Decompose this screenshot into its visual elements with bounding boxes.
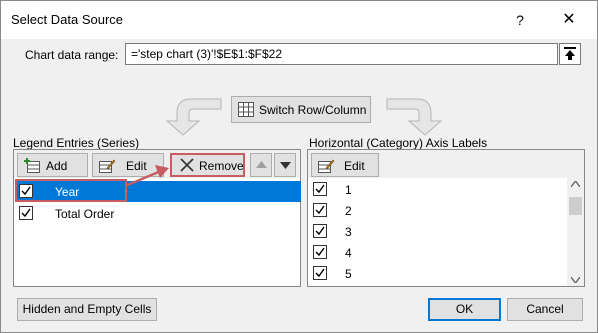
checkbox[interactable] bbox=[313, 266, 327, 280]
cancel-button[interactable]: Cancel bbox=[507, 298, 583, 321]
axis-item[interactable]: 1 bbox=[309, 179, 567, 200]
axis-item-label: 2 bbox=[345, 204, 352, 218]
edit-axis-labels-button[interactable]: Edit bbox=[311, 153, 379, 177]
move-down-button[interactable] bbox=[274, 153, 296, 177]
ok-button[interactable]: OK bbox=[428, 298, 501, 321]
add-icon bbox=[24, 158, 40, 173]
check-icon bbox=[315, 247, 325, 257]
move-up-button[interactable] bbox=[250, 153, 272, 177]
select-data-source-dialog: Select Data Source ? ✕ Chart data range:… bbox=[0, 0, 598, 333]
remove-label: Remove bbox=[199, 159, 244, 173]
axis-labels-panel: Edit 1 2 3 4 5 bbox=[307, 149, 585, 287]
edit-icon bbox=[99, 159, 115, 173]
checkbox[interactable] bbox=[313, 224, 327, 238]
switch-row-column-label: Switch Row/Column bbox=[259, 103, 367, 117]
axis-item-label: 3 bbox=[345, 225, 352, 239]
pointer-arrow-icon bbox=[124, 165, 169, 188]
help-button[interactable]: ? bbox=[505, 7, 535, 33]
title-bar: Select Data Source ? ✕ bbox=[1, 1, 597, 39]
triangle-up-icon bbox=[256, 161, 267, 168]
checkbox[interactable] bbox=[313, 203, 327, 217]
legend-item-total-order[interactable]: Total Order bbox=[15, 203, 301, 224]
collapse-arrow-icon bbox=[564, 47, 576, 60]
legend-item-label: Total Order bbox=[55, 207, 115, 221]
checkbox[interactable] bbox=[313, 245, 327, 259]
axis-item-label: 1 bbox=[345, 183, 352, 197]
check-icon bbox=[315, 205, 325, 215]
check-icon bbox=[21, 208, 31, 218]
axis-item[interactable]: 3 bbox=[309, 221, 567, 242]
scroll-thumb[interactable] bbox=[569, 197, 582, 215]
dialog-title: Select Data Source bbox=[11, 12, 124, 27]
switch-row-column-icon bbox=[238, 102, 254, 117]
collapse-dialog-button[interactable] bbox=[559, 43, 581, 65]
chart-data-range-label: Chart data range: bbox=[25, 48, 119, 62]
curved-arrow-right-icon bbox=[386, 98, 443, 136]
legend-entries-heading: Legend Entries (Series) bbox=[13, 136, 140, 150]
axis-edit-label: Edit bbox=[344, 159, 365, 173]
triangle-down-icon bbox=[280, 162, 291, 169]
year-highlight-box bbox=[15, 179, 127, 202]
axis-item-label: 4 bbox=[345, 246, 352, 260]
check-icon bbox=[315, 184, 325, 194]
axis-item-label: 5 bbox=[345, 267, 352, 281]
scroll-up-icon[interactable] bbox=[571, 181, 580, 187]
add-label: Add bbox=[46, 159, 68, 173]
check-icon bbox=[315, 268, 325, 278]
close-button[interactable]: ✕ bbox=[551, 7, 587, 33]
check-icon bbox=[315, 226, 325, 236]
axis-labels-heading: Horizontal (Category) Axis Labels bbox=[309, 136, 488, 150]
remove-series-button[interactable]: Remove bbox=[170, 153, 245, 177]
add-series-button[interactable]: Add bbox=[17, 153, 88, 177]
axis-toolbar: Edit bbox=[308, 150, 584, 178]
axis-item[interactable]: 4 bbox=[309, 242, 567, 263]
checkbox[interactable] bbox=[313, 182, 327, 196]
axis-item[interactable]: 2 bbox=[309, 200, 567, 221]
hidden-empty-cells-button[interactable]: Hidden and Empty Cells bbox=[17, 298, 157, 321]
remove-x-icon bbox=[180, 158, 194, 172]
chart-data-range-input[interactable]: ='step chart (3)'!$E$1:$F$22 bbox=[125, 43, 558, 65]
axis-item[interactable]: 5 bbox=[309, 263, 567, 284]
scroll-down-icon[interactable] bbox=[571, 277, 580, 283]
curved-arrow-left-icon bbox=[165, 98, 222, 136]
axis-scrollbar[interactable] bbox=[567, 178, 584, 286]
checkbox[interactable] bbox=[19, 206, 33, 220]
switch-row-column-button[interactable]: Switch Row/Column bbox=[231, 96, 371, 123]
edit-icon bbox=[318, 159, 334, 173]
